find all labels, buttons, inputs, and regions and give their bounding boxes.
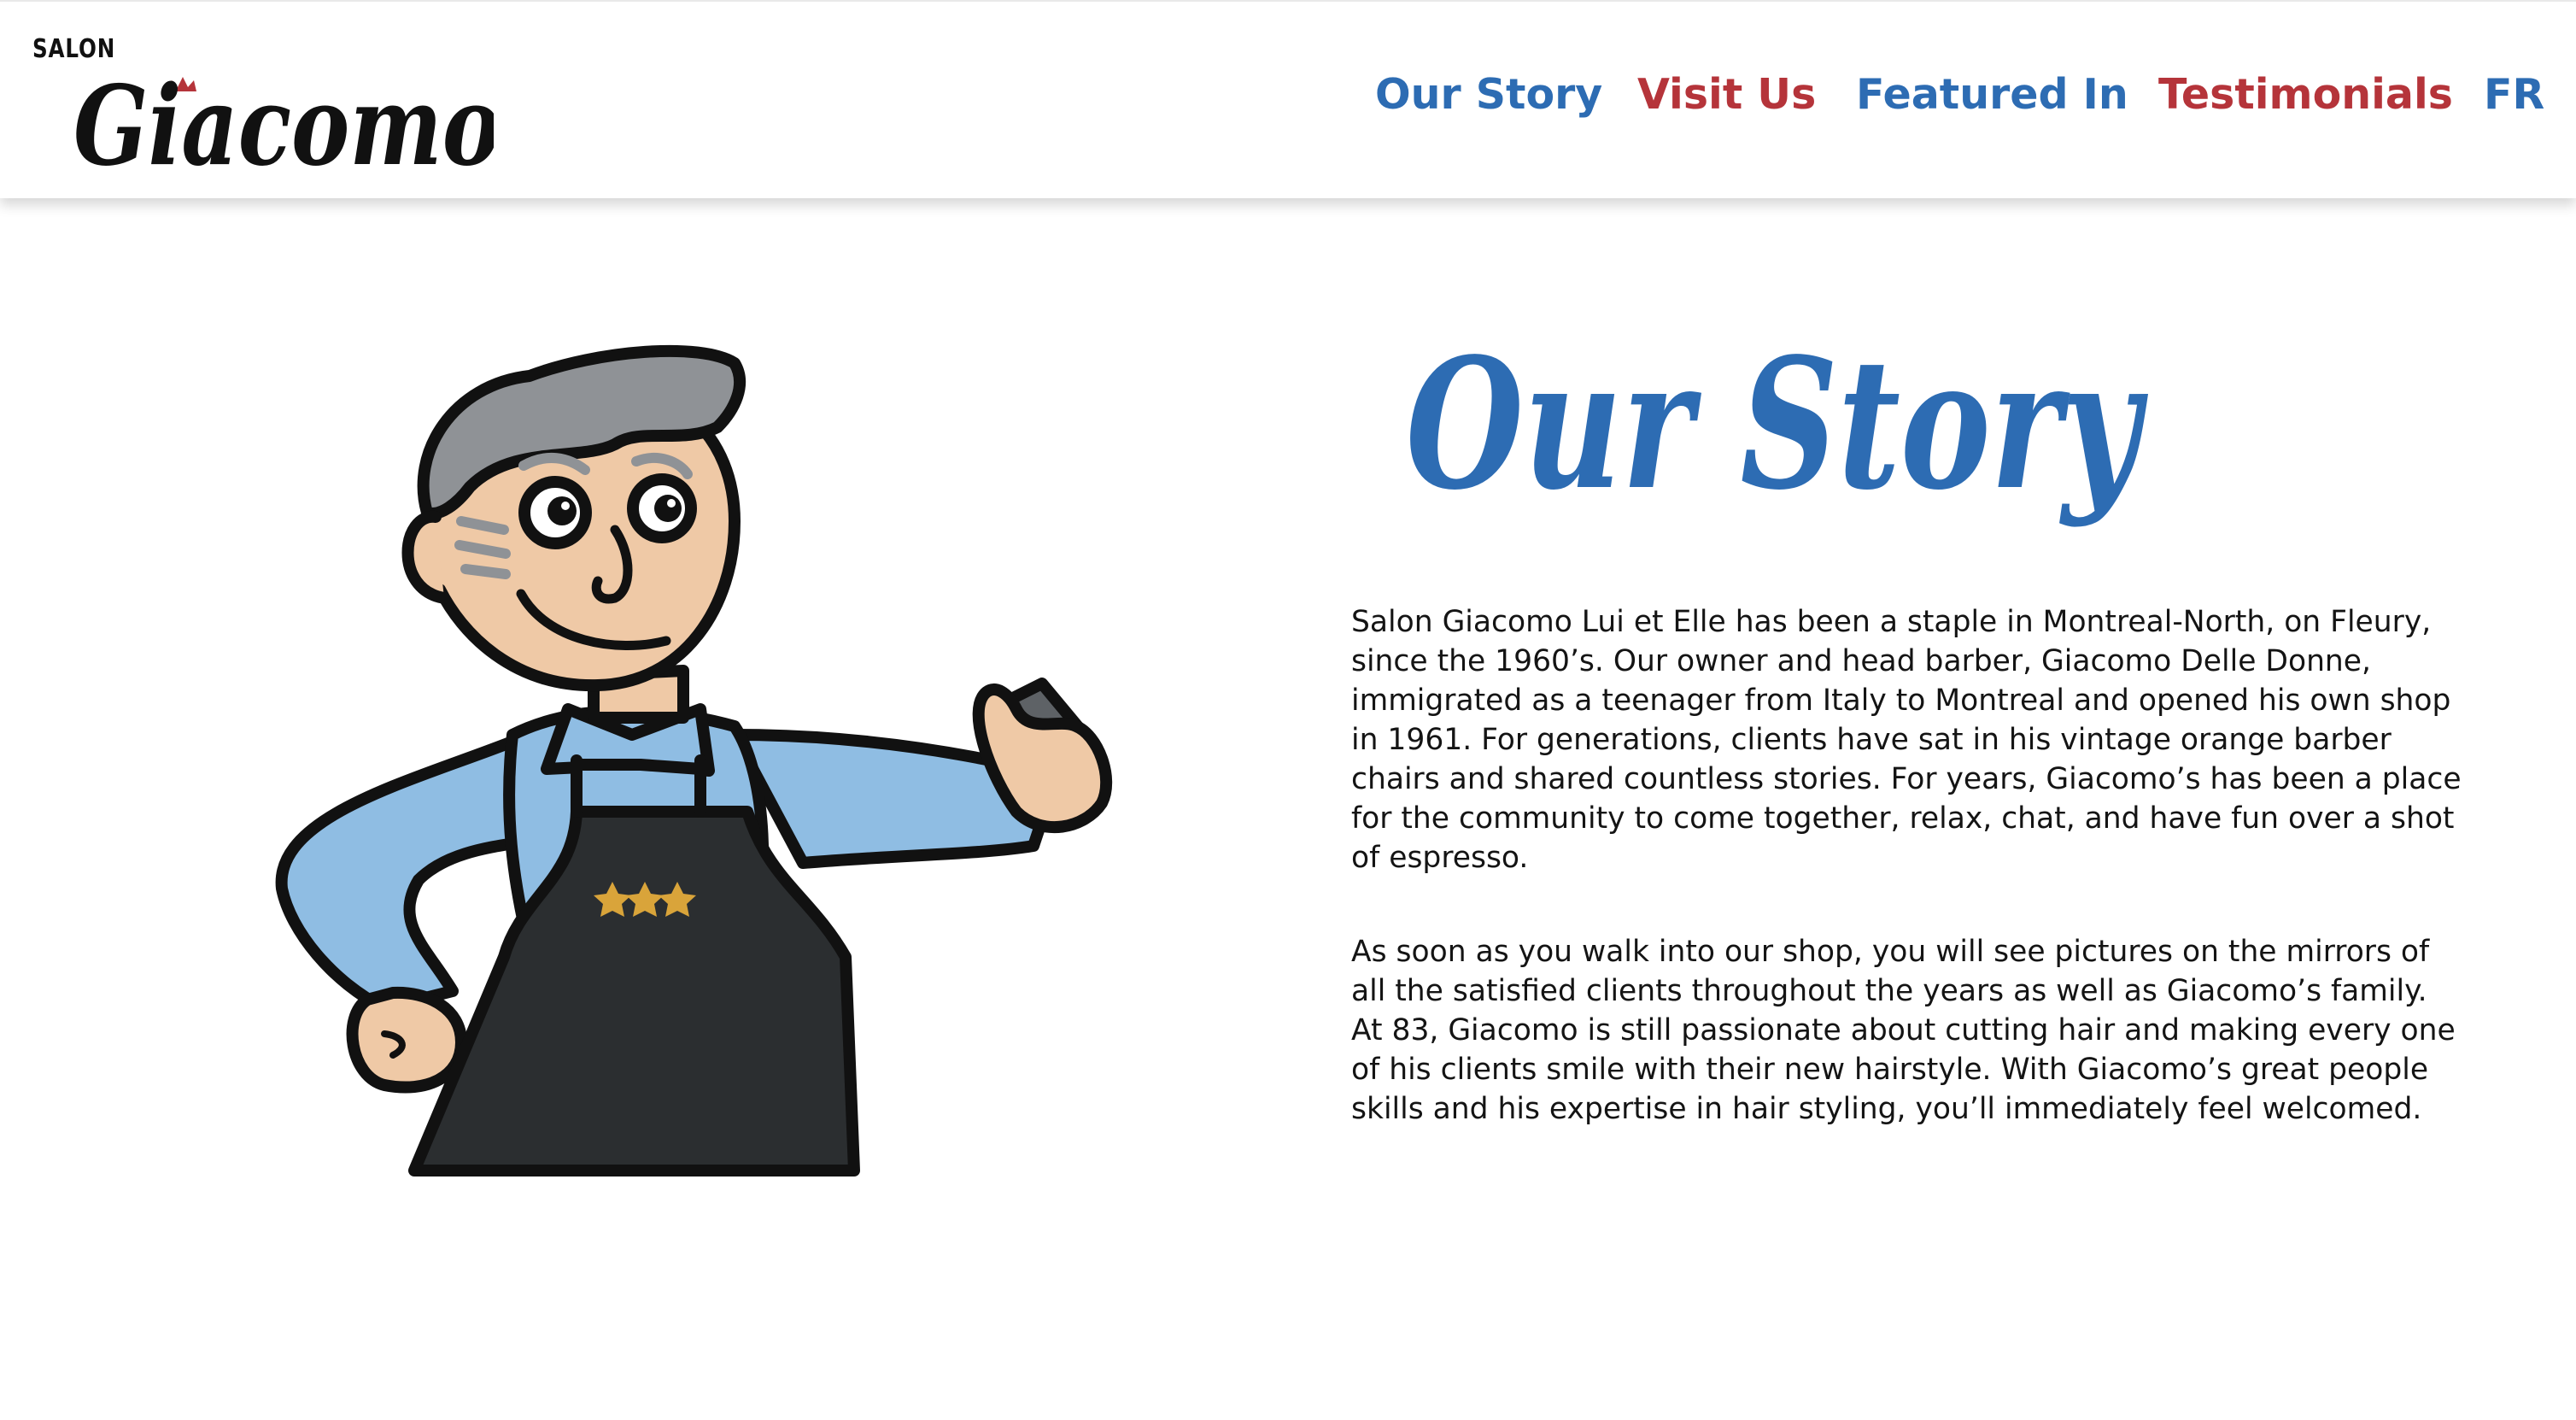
logo-wordmark-text: Giacomo	[73, 62, 494, 190]
site-header: SALON Giacomo Our Story Visit Us Feature…	[0, 0, 2576, 198]
story-paragraph-1: Salon Giacomo Lui et Elle has been a sta…	[1351, 605, 2462, 875]
page-title: Our Story	[1406, 319, 2149, 530]
barber-mascot-illustration	[275, 344, 1113, 1176]
our-story-heading: Our Story	[1406, 319, 2149, 530]
nav-testimonials[interactable]: Testimonials	[2158, 70, 2453, 119]
nav-featured-in[interactable]: Featured In	[1856, 70, 2128, 119]
nav-our-story[interactable]: Our Story	[1375, 70, 1602, 119]
story-body: Salon Giacomo Lui et Elle has been a sta…	[1351, 602, 2462, 1183]
nav-visit-us[interactable]: Visit Us	[1637, 70, 1816, 119]
story-paragraph-2: As soon as you walk into our shop, you w…	[1351, 935, 2456, 1126]
nav-language-fr[interactable]: FR	[2484, 70, 2544, 119]
salon-giacomo-logo[interactable]: SALON Giacomo	[32, 27, 494, 190]
logo-wordmark: Giacomo	[73, 62, 494, 190]
